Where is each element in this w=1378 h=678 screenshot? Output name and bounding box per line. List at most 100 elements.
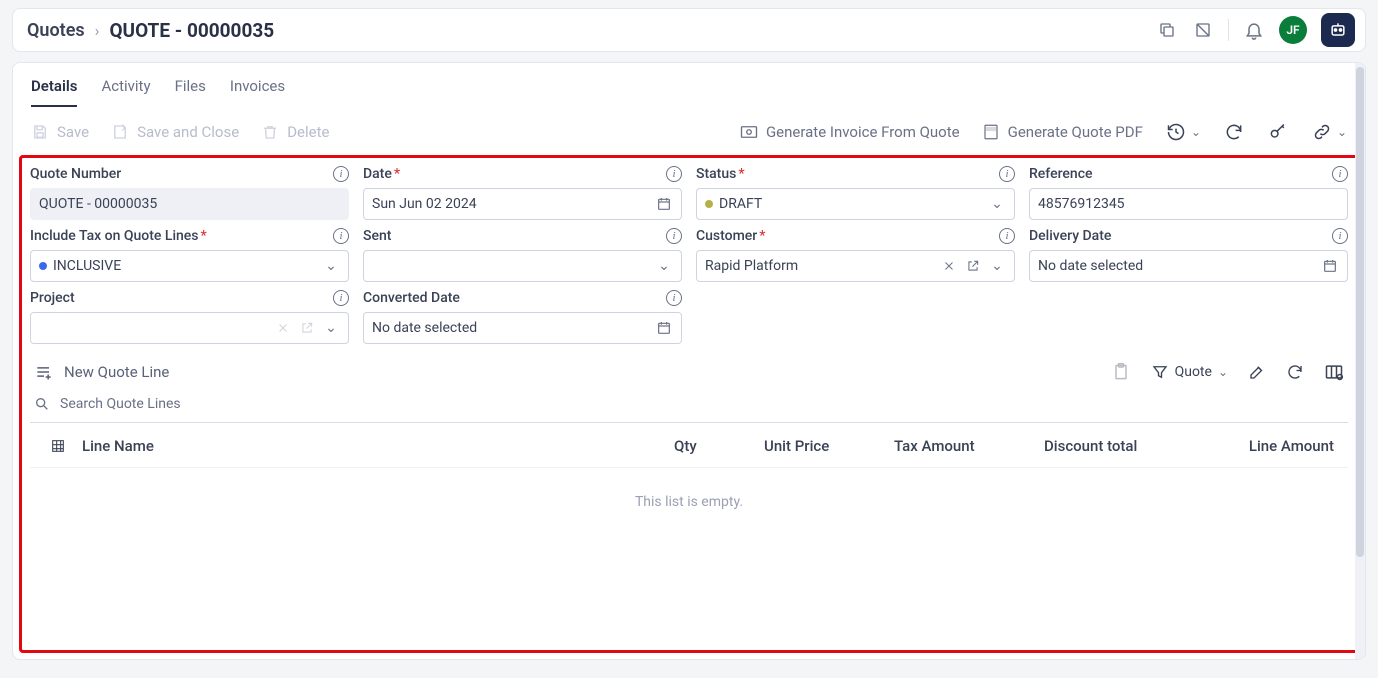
col-line-name[interactable]: Line Name (82, 437, 674, 455)
col-line-amount[interactable]: Line Amount (1204, 437, 1344, 455)
breadcrumb-root[interactable]: Quotes (27, 20, 85, 41)
input-quote-number: QUOTE - 00000035 (30, 188, 349, 220)
info-icon[interactable]: i (333, 166, 349, 182)
field-status: Status* i DRAFT ⌄ (696, 166, 1015, 220)
col-unit-price[interactable]: Unit Price (764, 437, 894, 455)
notes-off-icon[interactable] (1192, 19, 1214, 41)
breadcrumb: Quotes › QUOTE - 00000035 (27, 19, 274, 42)
field-converted-date: Converted Date i No date selected (363, 290, 682, 344)
field-delivery-date: Delivery Date i No date selected (1029, 228, 1348, 282)
tab-details[interactable]: Details (31, 77, 77, 107)
tab-invoices[interactable]: Invoices (230, 77, 285, 107)
value-delivery-date: No date selected (1038, 258, 1315, 274)
input-date[interactable]: Sun Jun 02 2024 (363, 188, 682, 220)
refresh-lines-icon[interactable] (1286, 363, 1304, 381)
generate-pdf-button[interactable]: Generate Quote PDF (982, 123, 1143, 141)
input-project[interactable]: ⌄ (30, 312, 349, 344)
label-delivery-date: Delivery Date (1029, 228, 1111, 244)
col-discount-total[interactable]: Discount total (1044, 437, 1204, 455)
label-converted-date: Converted Date (363, 290, 460, 306)
calendar-icon[interactable] (655, 319, 673, 337)
open-link-icon[interactable] (298, 319, 316, 337)
info-icon[interactable]: i (1332, 228, 1348, 244)
new-quote-line-button[interactable]: New Quote Line (34, 363, 169, 381)
filter-icon (1151, 363, 1169, 381)
search-placeholder: Search Quote Lines (60, 396, 181, 412)
scrollbar-thumb[interactable] (1356, 67, 1364, 557)
info-icon[interactable]: i (666, 290, 682, 306)
scrollbar-track[interactable] (1355, 63, 1365, 659)
label-reference: Reference (1029, 166, 1093, 182)
generate-invoice-button[interactable]: Generate Invoice From Quote (740, 123, 960, 141)
refresh-button[interactable] (1223, 121, 1245, 143)
field-project: Project i ⌄ (30, 290, 349, 344)
clear-icon[interactable] (274, 319, 292, 337)
status-dot (39, 262, 47, 270)
bell-icon[interactable] (1243, 19, 1265, 41)
save-button[interactable]: Save (31, 123, 89, 141)
save-close-button[interactable]: Save and Close (111, 123, 239, 141)
info-icon[interactable]: i (333, 290, 349, 306)
details-panel: Quote Number i QUOTE - 00000035 Date* i … (19, 155, 1359, 653)
trash-icon (261, 123, 279, 141)
input-converted-date[interactable]: No date selected (363, 312, 682, 344)
history-button[interactable]: ⌄ (1165, 121, 1201, 143)
input-status[interactable]: DRAFT ⌄ (696, 188, 1015, 220)
input-delivery-date[interactable]: No date selected (1029, 250, 1348, 282)
field-customer: Customer* i Rapid Platform ⌄ (696, 228, 1015, 282)
chevron-down-icon: ⌄ (1337, 125, 1347, 139)
chevron-down-icon: ⌄ (1218, 365, 1228, 379)
chevron-down-icon[interactable]: ⌄ (322, 257, 340, 275)
col-qty[interactable]: Qty (674, 437, 764, 455)
filter-button[interactable]: Quote ⌄ (1151, 363, 1228, 381)
info-icon[interactable]: i (666, 166, 682, 182)
paste-icon[interactable] (1111, 362, 1131, 382)
value-reference: 48576912345 (1038, 196, 1339, 212)
main-card: Details Activity Files Invoices Save Sav… (12, 62, 1366, 660)
calendar-icon[interactable] (655, 195, 673, 213)
col-tax-amount[interactable]: Tax Amount (894, 437, 1044, 455)
value-converted-date: No date selected (372, 320, 649, 336)
chevron-right-icon: › (95, 21, 100, 40)
link-button[interactable]: ⌄ (1311, 121, 1347, 143)
label-date: Date* (363, 166, 400, 182)
info-icon[interactable]: i (1332, 166, 1348, 182)
info-icon[interactable]: i (666, 228, 682, 244)
field-date: Date* i Sun Jun 02 2024 (363, 166, 682, 220)
chevron-down-icon[interactable]: ⌄ (322, 319, 340, 337)
toolbar: Save Save and Close Delete Generate I (13, 107, 1365, 155)
input-customer[interactable]: Rapid Platform ⌄ (696, 250, 1015, 282)
new-quote-line-label: New Quote Line (64, 363, 169, 381)
info-icon[interactable]: i (333, 228, 349, 244)
info-icon[interactable]: i (999, 228, 1015, 244)
value-customer: Rapid Platform (705, 258, 934, 274)
clear-icon[interactable] (940, 257, 958, 275)
calendar-icon[interactable] (1321, 257, 1339, 275)
assistant-button[interactable] (1321, 13, 1355, 47)
delete-label: Delete (287, 123, 329, 141)
value-quote-number: QUOTE - 00000035 (39, 196, 340, 212)
input-sent[interactable]: ⌄ (363, 250, 682, 282)
input-reference[interactable]: 48576912345 (1029, 188, 1348, 220)
edit-icon[interactable] (1248, 363, 1266, 381)
field-reference: Reference i 48576912345 (1029, 166, 1348, 220)
search-lines[interactable]: Search Quote Lines (30, 396, 1348, 423)
copy-icon[interactable] (1156, 19, 1178, 41)
chevron-down-icon[interactable]: ⌄ (988, 195, 1006, 213)
avatar[interactable]: JF (1279, 16, 1307, 44)
info-icon[interactable]: i (999, 166, 1015, 182)
chevron-down-icon[interactable]: ⌄ (655, 257, 673, 275)
column-settings-icon[interactable] (1324, 363, 1344, 381)
field-quote-number: Quote Number i QUOTE - 00000035 (30, 166, 349, 220)
label-project: Project (30, 290, 75, 306)
save-close-icon (111, 123, 129, 141)
pdf-icon (982, 123, 1000, 141)
open-link-icon[interactable] (964, 257, 982, 275)
permissions-button[interactable] (1267, 121, 1289, 143)
delete-button[interactable]: Delete (261, 123, 329, 141)
chevron-down-icon[interactable]: ⌄ (988, 257, 1006, 275)
tab-activity[interactable]: Activity (101, 77, 150, 107)
tab-files[interactable]: Files (175, 77, 206, 107)
input-include-tax[interactable]: INCLUSIVE ⌄ (30, 250, 349, 282)
new-line-icon (34, 363, 54, 381)
